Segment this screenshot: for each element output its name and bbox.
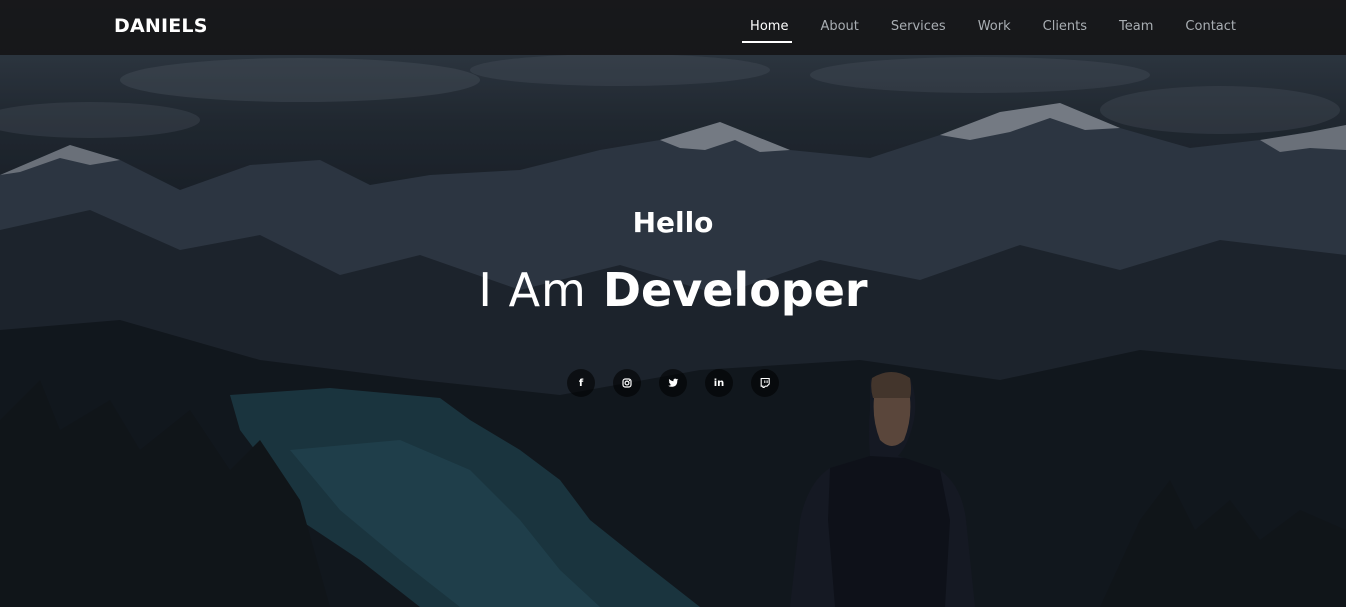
twitter-icon[interactable] [659, 369, 687, 397]
nav-item-contact[interactable]: Contact [1185, 0, 1236, 55]
hero-title: I Am Developer [0, 258, 1346, 322]
nav-item-services[interactable]: Services [891, 0, 946, 55]
nav-item-clients[interactable]: Clients [1043, 0, 1087, 55]
nav-item-work[interactable]: Work [978, 0, 1011, 55]
nav-item-label: Work [977, 19, 1011, 34]
nav-item-label: Contact [1185, 19, 1236, 34]
nav-item-label: Clients [1042, 19, 1088, 34]
nav-item-label: About [820, 19, 859, 34]
hero-title-prefix: I Am [478, 263, 587, 317]
hero-title-emphasis: Developer [602, 263, 868, 317]
twitch-icon[interactable] [751, 369, 779, 397]
nav-item-team[interactable]: Team [1119, 0, 1153, 55]
navbar: DANIELS Home About Services Work Clients… [0, 0, 1346, 55]
brand-logo[interactable]: DANIELS [114, 15, 208, 37]
nav-item-label: Team [1119, 19, 1154, 34]
social-links: f in [0, 369, 1346, 397]
hero-greeting: Hello [632, 206, 714, 239]
nav-menu: Home About Services Work Clients Team Co… [718, 0, 1236, 55]
active-nav-indicator [742, 41, 793, 43]
instagram-icon[interactable] [613, 369, 641, 397]
nav-item-label: Services [890, 19, 946, 34]
linkedin-icon[interactable]: in [705, 369, 733, 397]
hero-section: DANIELS Home About Services Work Clients… [0, 0, 1346, 607]
nav-item-label: Home [750, 19, 789, 34]
facebook-icon[interactable]: f [567, 369, 595, 397]
nav-item-about[interactable]: About [820, 0, 858, 55]
nav-item-home[interactable]: Home [742, 0, 793, 55]
